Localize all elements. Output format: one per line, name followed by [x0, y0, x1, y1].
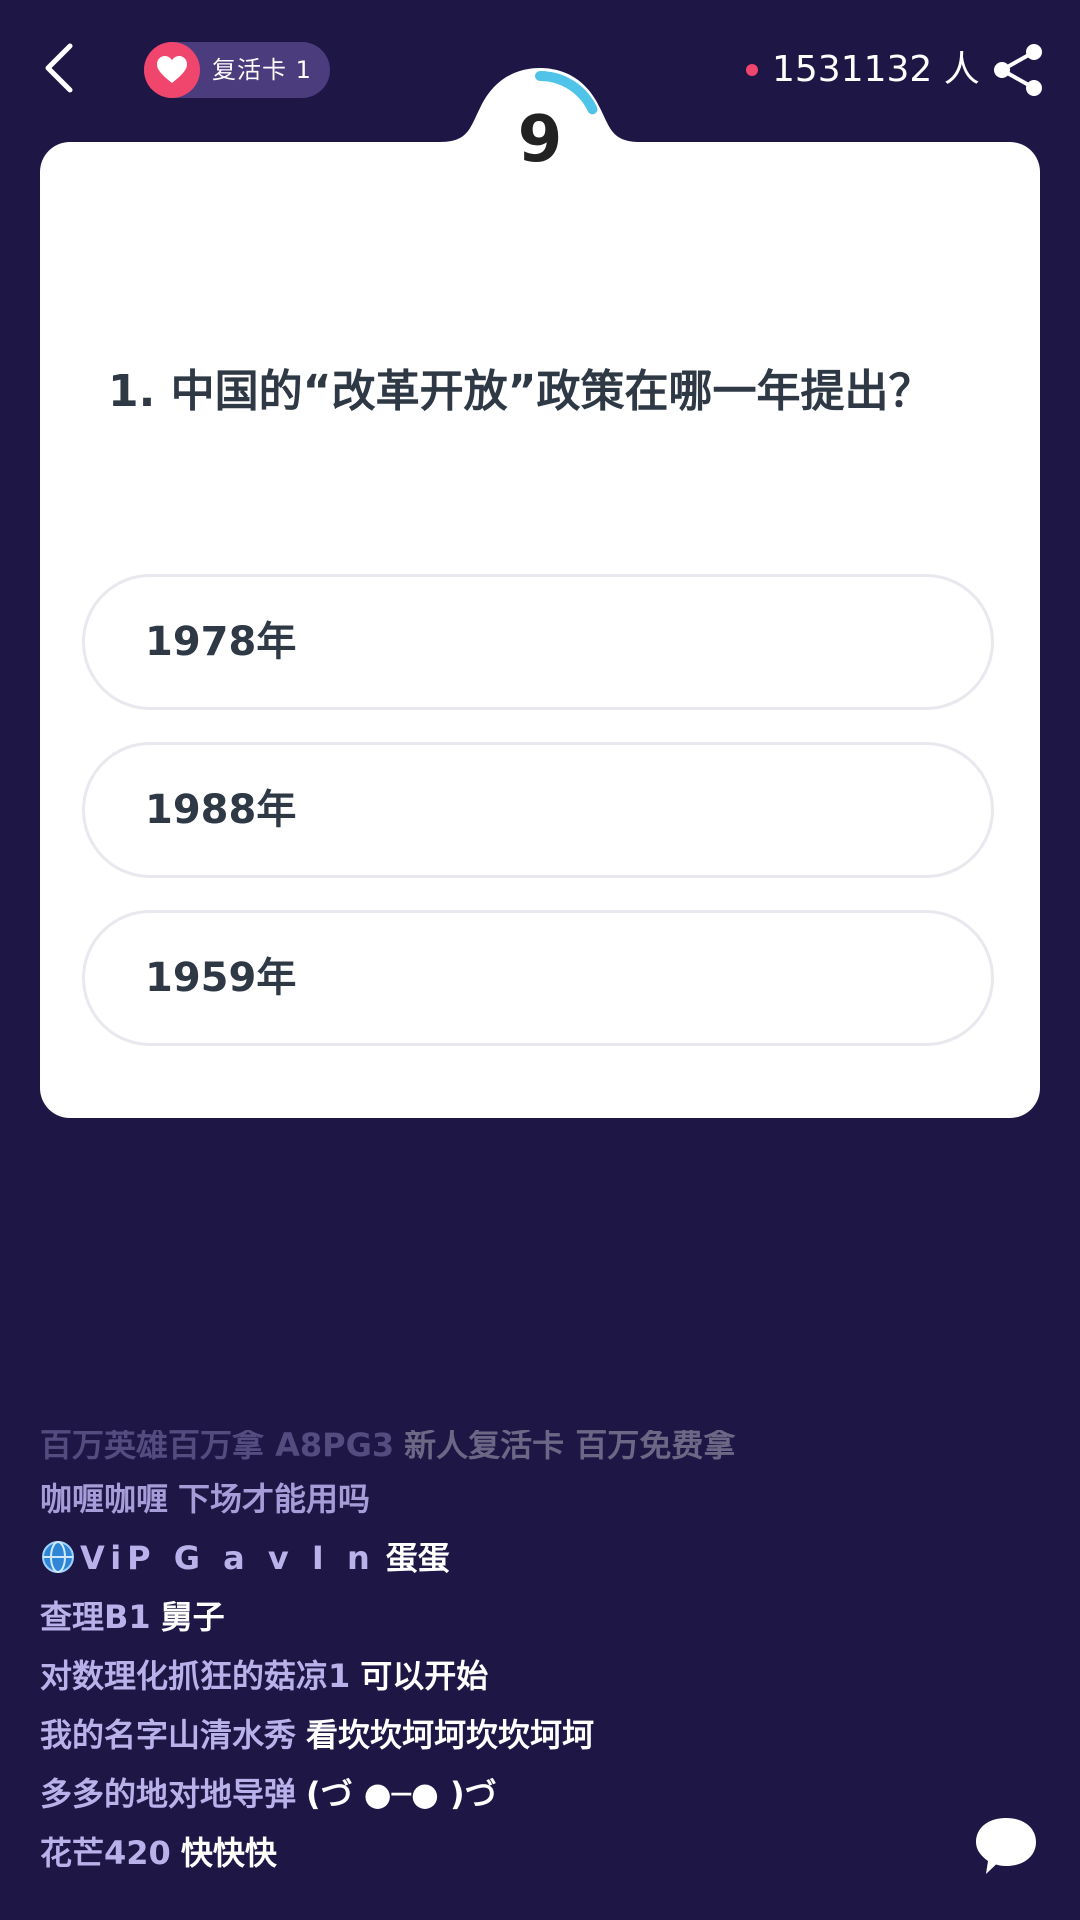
question-text: 1. 中国的“改革开放”政策在哪一年提出？: [108, 366, 933, 417]
heart-badge: [144, 42, 200, 98]
comment-message: 可以开始: [360, 1657, 489, 1695]
comment-message: 快快快: [180, 1834, 277, 1872]
comment-message: 新人复活卡 百万免费拿: [404, 1430, 736, 1464]
live-indicator-dot: [746, 64, 758, 76]
share-icon[interactable]: [990, 42, 1046, 98]
chat-bubble-icon[interactable]: [972, 1812, 1040, 1880]
comment-user: 对数理化抓狂的菇凉1: [40, 1657, 351, 1695]
comment-item: ViP G a v I n 蛋蛋: [40, 1529, 940, 1588]
comment-user: 多多的地对地导弹: [40, 1775, 297, 1813]
comment-user: 咖喱咖喱: [40, 1480, 169, 1518]
comment-item: 查理B1 舅子: [40, 1588, 940, 1647]
online-count: 1531132 人: [772, 49, 980, 90]
comment-user: 我的名字山清水秀: [40, 1716, 297, 1754]
answer-option-label: 1988年: [145, 787, 297, 833]
comment-message: 蛋蛋: [385, 1539, 450, 1577]
comment-item: 咖喱咖喱 下场才能用吗: [40, 1470, 940, 1529]
comment-item: 对数理化抓狂的菇凉1 可以开始: [40, 1647, 940, 1706]
comment-user: 查理B1: [40, 1598, 151, 1636]
countdown-timer: 9: [517, 103, 563, 177]
globe-icon: [42, 1541, 74, 1573]
comment-user: 百万英雄百万拿 A8PG3: [40, 1430, 395, 1464]
comment-feed: 百万英雄百万拿 A8PG3 新人复活卡 百万免费拿 咖喱咖喱 下场才能用吗 ViP …: [40, 1430, 940, 1883]
comment-item: 百万英雄百万拿 A8PG3 新人复活卡 百万免费拿: [40, 1430, 940, 1470]
answer-option-label: 1959年: [145, 955, 297, 1001]
revive-card-badge[interactable]: 复活卡 1: [144, 42, 330, 98]
comment-message: 下场才能用吗: [178, 1480, 371, 1518]
comment-item: 多多的地对地导弹 (づ ●─● )づ: [40, 1765, 940, 1824]
answer-option-1[interactable]: 1978年: [82, 574, 994, 710]
heart-icon: [157, 56, 187, 83]
answer-option-label: 1978年: [145, 619, 297, 665]
comment-user: ViP G a v I n: [80, 1539, 376, 1577]
comment-item: 我的名字山清水秀 看坎坎坷坷坎坎坷坷: [40, 1706, 940, 1765]
comment-user: 花芒420: [40, 1834, 171, 1872]
comment-item: 花芒420 快快快: [40, 1824, 940, 1883]
answer-option-2[interactable]: 1988年: [82, 742, 994, 878]
back-arrow-icon[interactable]: [38, 40, 82, 96]
comment-message: 舅子: [160, 1598, 225, 1636]
answer-option-3[interactable]: 1959年: [82, 910, 994, 1046]
comment-message: (づ ●─● )づ: [306, 1775, 497, 1813]
revive-card-label: 复活卡 1: [212, 56, 312, 84]
comment-message: 看坎坎坷坷坎坎坷坷: [306, 1716, 595, 1754]
